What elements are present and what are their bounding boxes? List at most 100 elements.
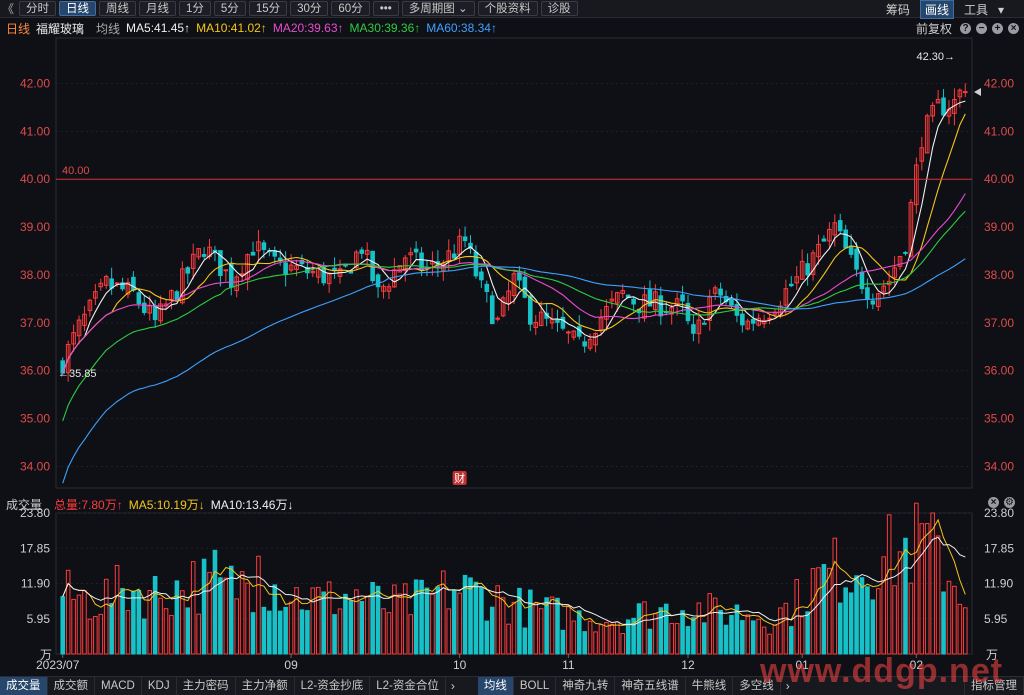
volume-bar <box>201 558 207 655</box>
volume-bar <box>892 585 897 655</box>
chevron-right-icon[interactable]: › <box>781 679 795 693</box>
tab-bull-bear[interactable]: 牛熊线 <box>686 677 734 695</box>
volume-bar <box>239 571 245 655</box>
volume-bar <box>598 624 604 655</box>
tab-ma[interactable]: 均线 <box>477 677 514 695</box>
candle-body <box>718 288 723 296</box>
min-price-label: ←35.85 <box>58 368 97 380</box>
volume-bar <box>582 631 587 655</box>
volume-bar <box>294 587 299 655</box>
tab-boll[interactable]: BOLL <box>514 677 557 695</box>
volume-bar <box>914 502 919 655</box>
candle-body <box>750 319 756 324</box>
ma10-line <box>62 113 966 374</box>
date-tick-label: 10 <box>453 658 467 672</box>
candle-body <box>805 263 810 276</box>
candle-body <box>239 273 245 276</box>
price-tick-label-right: 42.00 <box>984 76 1014 90</box>
volume-bar <box>473 581 479 655</box>
candle-body <box>141 302 147 313</box>
volume-bar <box>218 577 223 655</box>
volume-bar <box>484 620 490 655</box>
candle-body <box>903 251 908 254</box>
volume-bar <box>783 602 789 655</box>
candle-body <box>283 262 288 276</box>
volume-bar <box>98 613 104 655</box>
volume-bar <box>479 587 484 655</box>
volume-bar <box>250 612 256 655</box>
candle-body <box>479 271 484 281</box>
volume-bar <box>136 589 142 655</box>
tab-main-force-net[interactable]: 主力净额 <box>236 677 295 695</box>
candle-body <box>413 248 419 253</box>
candle-body <box>962 91 968 94</box>
candle-body <box>788 283 794 287</box>
indicator-manage-button[interactable]: 指标管理 <box>964 677 1024 695</box>
volume-bar <box>299 609 305 655</box>
tab-turnover[interactable]: 成交额 <box>48 677 95 695</box>
tab-magic-nine[interactable]: 神奇九转 <box>556 677 616 695</box>
volume-bar <box>120 587 125 655</box>
candle-body <box>223 269 229 272</box>
volume-bar <box>843 587 848 655</box>
volume-bar <box>788 626 794 655</box>
volume-bar <box>560 629 566 655</box>
volume-bar <box>305 610 310 655</box>
volume-bar <box>680 610 685 655</box>
price-tick-label-left: 41.00 <box>20 124 50 138</box>
volume-bar <box>875 588 881 655</box>
candle-body <box>261 242 267 250</box>
volume-bar <box>772 624 778 655</box>
tab-main-force-code[interactable]: 主力密码 <box>177 677 236 695</box>
tab-l2-bottom[interactable]: L2-资金抄底 <box>295 677 371 695</box>
candle-body <box>941 97 946 116</box>
volume-bar <box>234 598 240 655</box>
price-tick-label-left: 37.00 <box>20 316 50 330</box>
volume-bar <box>805 611 810 655</box>
volume-bar <box>489 606 495 655</box>
candle-body <box>462 236 468 242</box>
tab-kdj[interactable]: KDJ <box>142 677 177 695</box>
candle-body <box>528 295 533 325</box>
candle-body <box>702 322 707 325</box>
volume-bar <box>511 601 517 655</box>
candle-body <box>680 294 685 302</box>
volume-bar <box>500 597 506 655</box>
volume-bar <box>609 623 615 655</box>
volume-bar <box>397 593 403 655</box>
volume-bar <box>457 592 462 655</box>
volume-bar <box>538 608 544 655</box>
stock-chart[interactable]: 42.00 42.00 41.00 41.00 40.00 40.00 39.00 39.00… <box>0 0 1024 676</box>
tab-macd[interactable]: MACD <box>95 677 142 695</box>
volume-bar <box>93 615 98 655</box>
volume-bar <box>82 590 87 655</box>
tab-volume[interactable]: 成交量 <box>0 677 48 695</box>
candle-body <box>419 252 424 271</box>
volume-bar <box>756 618 761 655</box>
volume-bar <box>702 622 707 655</box>
volume-bar <box>707 593 713 655</box>
date-tick-label: 11 <box>562 658 575 672</box>
volume-bar <box>114 564 120 655</box>
chevron-right-icon[interactable]: › <box>446 679 460 693</box>
volume-bar <box>190 561 196 655</box>
volume-bar <box>854 575 859 655</box>
volume-bar <box>566 606 571 655</box>
volume-bar <box>348 600 354 655</box>
volume-bar <box>196 613 201 655</box>
volume-bar <box>277 610 283 655</box>
volume-bar <box>827 567 832 655</box>
volume-bar <box>729 614 734 655</box>
date-tick-label: 2023/07 <box>36 658 80 672</box>
tab-magic-five[interactable]: 神奇五线谱 <box>615 677 686 695</box>
tab-l2-position[interactable]: L2-资金合位 <box>370 677 446 695</box>
volume-bar <box>528 589 533 655</box>
tab-long-short[interactable]: 多空线 <box>733 677 781 695</box>
candle-body <box>865 287 870 300</box>
price-tick-label-left: 40.00 <box>20 172 50 186</box>
candle-body <box>582 341 587 347</box>
volume-bar <box>419 579 424 655</box>
volume-bar <box>941 591 946 655</box>
ma30-line <box>62 210 966 422</box>
candle-body <box>451 253 457 259</box>
